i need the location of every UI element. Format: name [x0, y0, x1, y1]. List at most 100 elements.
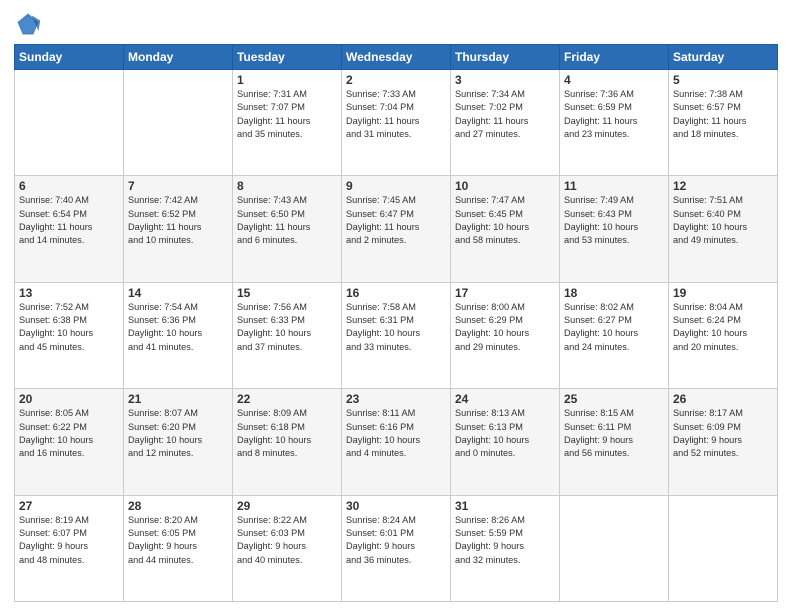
- weekday-header-sunday: Sunday: [15, 45, 124, 70]
- calendar-cell: 27Sunrise: 8:19 AM Sunset: 6:07 PM Dayli…: [15, 495, 124, 601]
- day-info: Sunrise: 8:05 AM Sunset: 6:22 PM Dayligh…: [19, 407, 119, 460]
- weekday-header-monday: Monday: [124, 45, 233, 70]
- day-info: Sunrise: 7:49 AM Sunset: 6:43 PM Dayligh…: [564, 194, 664, 247]
- day-number: 14: [128, 286, 228, 300]
- calendar-cell: 31Sunrise: 8:26 AM Sunset: 5:59 PM Dayli…: [451, 495, 560, 601]
- day-info: Sunrise: 7:38 AM Sunset: 6:57 PM Dayligh…: [673, 88, 773, 141]
- calendar-cell: 9Sunrise: 7:45 AM Sunset: 6:47 PM Daylig…: [342, 176, 451, 282]
- calendar-cell: 2Sunrise: 7:33 AM Sunset: 7:04 PM Daylig…: [342, 70, 451, 176]
- week-row-3: 13Sunrise: 7:52 AM Sunset: 6:38 PM Dayli…: [15, 282, 778, 388]
- calendar-cell: [669, 495, 778, 601]
- calendar-cell: 10Sunrise: 7:47 AM Sunset: 6:45 PM Dayli…: [451, 176, 560, 282]
- day-info: Sunrise: 7:56 AM Sunset: 6:33 PM Dayligh…: [237, 301, 337, 354]
- calendar-cell: [124, 70, 233, 176]
- week-row-2: 6Sunrise: 7:40 AM Sunset: 6:54 PM Daylig…: [15, 176, 778, 282]
- weekday-header-wednesday: Wednesday: [342, 45, 451, 70]
- calendar-cell: 5Sunrise: 7:38 AM Sunset: 6:57 PM Daylig…: [669, 70, 778, 176]
- calendar-table: SundayMondayTuesdayWednesdayThursdayFrid…: [14, 44, 778, 602]
- day-info: Sunrise: 8:26 AM Sunset: 5:59 PM Dayligh…: [455, 514, 555, 567]
- day-info: Sunrise: 8:22 AM Sunset: 6:03 PM Dayligh…: [237, 514, 337, 567]
- calendar-cell: 11Sunrise: 7:49 AM Sunset: 6:43 PM Dayli…: [560, 176, 669, 282]
- calendar-cell: 13Sunrise: 7:52 AM Sunset: 6:38 PM Dayli…: [15, 282, 124, 388]
- weekday-header-row: SundayMondayTuesdayWednesdayThursdayFrid…: [15, 45, 778, 70]
- day-info: Sunrise: 7:34 AM Sunset: 7:02 PM Dayligh…: [455, 88, 555, 141]
- day-number: 23: [346, 392, 446, 406]
- day-info: Sunrise: 8:04 AM Sunset: 6:24 PM Dayligh…: [673, 301, 773, 354]
- calendar-cell: 1Sunrise: 7:31 AM Sunset: 7:07 PM Daylig…: [233, 70, 342, 176]
- day-number: 20: [19, 392, 119, 406]
- day-number: 11: [564, 179, 664, 193]
- day-info: Sunrise: 8:02 AM Sunset: 6:27 PM Dayligh…: [564, 301, 664, 354]
- day-number: 4: [564, 73, 664, 87]
- day-number: 10: [455, 179, 555, 193]
- calendar-cell: 14Sunrise: 7:54 AM Sunset: 6:36 PM Dayli…: [124, 282, 233, 388]
- day-info: Sunrise: 7:47 AM Sunset: 6:45 PM Dayligh…: [455, 194, 555, 247]
- day-info: Sunrise: 8:09 AM Sunset: 6:18 PM Dayligh…: [237, 407, 337, 460]
- day-number: 8: [237, 179, 337, 193]
- calendar-cell: 4Sunrise: 7:36 AM Sunset: 6:59 PM Daylig…: [560, 70, 669, 176]
- calendar-cell: 17Sunrise: 8:00 AM Sunset: 6:29 PM Dayli…: [451, 282, 560, 388]
- calendar-cell: 16Sunrise: 7:58 AM Sunset: 6:31 PM Dayli…: [342, 282, 451, 388]
- day-info: Sunrise: 7:58 AM Sunset: 6:31 PM Dayligh…: [346, 301, 446, 354]
- calendar-cell: 6Sunrise: 7:40 AM Sunset: 6:54 PM Daylig…: [15, 176, 124, 282]
- day-number: 30: [346, 499, 446, 513]
- day-info: Sunrise: 7:33 AM Sunset: 7:04 PM Dayligh…: [346, 88, 446, 141]
- calendar-cell: 22Sunrise: 8:09 AM Sunset: 6:18 PM Dayli…: [233, 389, 342, 495]
- day-info: Sunrise: 7:31 AM Sunset: 7:07 PM Dayligh…: [237, 88, 337, 141]
- weekday-header-tuesday: Tuesday: [233, 45, 342, 70]
- logo: [14, 10, 46, 38]
- calendar-cell: 7Sunrise: 7:42 AM Sunset: 6:52 PM Daylig…: [124, 176, 233, 282]
- day-number: 3: [455, 73, 555, 87]
- day-info: Sunrise: 7:54 AM Sunset: 6:36 PM Dayligh…: [128, 301, 228, 354]
- calendar-cell: 8Sunrise: 7:43 AM Sunset: 6:50 PM Daylig…: [233, 176, 342, 282]
- calendar-cell: 18Sunrise: 8:02 AM Sunset: 6:27 PM Dayli…: [560, 282, 669, 388]
- day-number: 19: [673, 286, 773, 300]
- day-info: Sunrise: 8:11 AM Sunset: 6:16 PM Dayligh…: [346, 407, 446, 460]
- calendar-cell: 30Sunrise: 8:24 AM Sunset: 6:01 PM Dayli…: [342, 495, 451, 601]
- day-number: 24: [455, 392, 555, 406]
- calendar-cell: 28Sunrise: 8:20 AM Sunset: 6:05 PM Dayli…: [124, 495, 233, 601]
- day-info: Sunrise: 7:42 AM Sunset: 6:52 PM Dayligh…: [128, 194, 228, 247]
- calendar-cell: 3Sunrise: 7:34 AM Sunset: 7:02 PM Daylig…: [451, 70, 560, 176]
- day-number: 22: [237, 392, 337, 406]
- calendar-cell: 21Sunrise: 8:07 AM Sunset: 6:20 PM Dayli…: [124, 389, 233, 495]
- calendar-cell: 23Sunrise: 8:11 AM Sunset: 6:16 PM Dayli…: [342, 389, 451, 495]
- day-number: 21: [128, 392, 228, 406]
- day-number: 1: [237, 73, 337, 87]
- day-info: Sunrise: 8:20 AM Sunset: 6:05 PM Dayligh…: [128, 514, 228, 567]
- day-info: Sunrise: 8:13 AM Sunset: 6:13 PM Dayligh…: [455, 407, 555, 460]
- day-info: Sunrise: 8:15 AM Sunset: 6:11 PM Dayligh…: [564, 407, 664, 460]
- day-number: 25: [564, 392, 664, 406]
- day-number: 5: [673, 73, 773, 87]
- page: SundayMondayTuesdayWednesdayThursdayFrid…: [0, 0, 792, 612]
- day-number: 13: [19, 286, 119, 300]
- week-row-5: 27Sunrise: 8:19 AM Sunset: 6:07 PM Dayli…: [15, 495, 778, 601]
- calendar-cell: 20Sunrise: 8:05 AM Sunset: 6:22 PM Dayli…: [15, 389, 124, 495]
- day-number: 31: [455, 499, 555, 513]
- weekday-header-friday: Friday: [560, 45, 669, 70]
- calendar-cell: 26Sunrise: 8:17 AM Sunset: 6:09 PM Dayli…: [669, 389, 778, 495]
- day-info: Sunrise: 8:24 AM Sunset: 6:01 PM Dayligh…: [346, 514, 446, 567]
- day-number: 17: [455, 286, 555, 300]
- day-info: Sunrise: 7:52 AM Sunset: 6:38 PM Dayligh…: [19, 301, 119, 354]
- day-number: 9: [346, 179, 446, 193]
- day-info: Sunrise: 8:19 AM Sunset: 6:07 PM Dayligh…: [19, 514, 119, 567]
- day-number: 7: [128, 179, 228, 193]
- day-info: Sunrise: 8:07 AM Sunset: 6:20 PM Dayligh…: [128, 407, 228, 460]
- day-number: 12: [673, 179, 773, 193]
- day-info: Sunrise: 7:45 AM Sunset: 6:47 PM Dayligh…: [346, 194, 446, 247]
- calendar-cell: 25Sunrise: 8:15 AM Sunset: 6:11 PM Dayli…: [560, 389, 669, 495]
- calendar-cell: 29Sunrise: 8:22 AM Sunset: 6:03 PM Dayli…: [233, 495, 342, 601]
- calendar-cell: [15, 70, 124, 176]
- day-number: 6: [19, 179, 119, 193]
- header: [14, 10, 778, 38]
- day-info: Sunrise: 8:00 AM Sunset: 6:29 PM Dayligh…: [455, 301, 555, 354]
- day-info: Sunrise: 7:43 AM Sunset: 6:50 PM Dayligh…: [237, 194, 337, 247]
- calendar-cell: 12Sunrise: 7:51 AM Sunset: 6:40 PM Dayli…: [669, 176, 778, 282]
- day-number: 2: [346, 73, 446, 87]
- weekday-header-saturday: Saturday: [669, 45, 778, 70]
- logo-icon: [14, 10, 42, 38]
- week-row-1: 1Sunrise: 7:31 AM Sunset: 7:07 PM Daylig…: [15, 70, 778, 176]
- day-number: 16: [346, 286, 446, 300]
- day-info: Sunrise: 7:40 AM Sunset: 6:54 PM Dayligh…: [19, 194, 119, 247]
